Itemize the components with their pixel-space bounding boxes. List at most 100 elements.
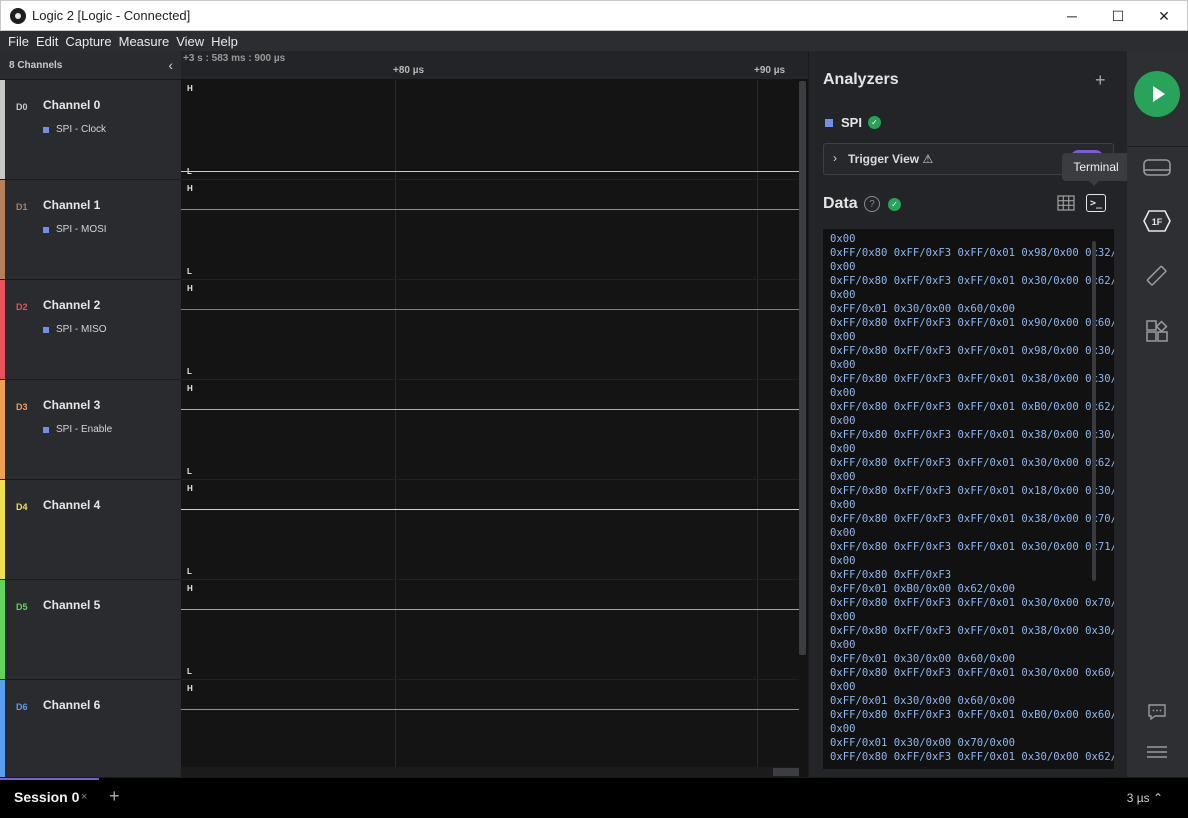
check-circle-icon: ✓ — [867, 116, 881, 129]
menu-help[interactable]: Help — [203, 34, 238, 49]
channel-row[interactable]: D2 Channel 2 SPI - MISO — [0, 280, 181, 380]
waveform-vertical-scrollbar[interactable] — [799, 81, 806, 655]
level-low-marker: L — [187, 467, 192, 476]
channel-digital-label: D2 — [16, 302, 28, 312]
level-low-marker: L — [187, 267, 192, 276]
channel-name[interactable]: Channel 6 — [43, 698, 100, 712]
channel-color-stripe — [0, 80, 5, 179]
channel-list-panel: 8 Channels ‹ D0 Channel 0 SPI - Clock D1 Cha… — [0, 51, 181, 780]
timeline-tick: +80 µs — [393, 65, 425, 76]
close-tab-icon[interactable]: × — [81, 791, 87, 803]
chat-feedback-icon[interactable] — [1147, 703, 1167, 721]
menu-capture[interactable]: Capture — [57, 34, 111, 49]
waveform-row[interactable]: HL — [181, 80, 799, 180]
channel-analyzer-label: SPI - MOSI — [56, 224, 107, 235]
waveform-row[interactable]: HL — [181, 380, 799, 480]
waveform-row[interactable]: HL — [181, 280, 799, 380]
channel-color-stripe — [0, 480, 5, 579]
table-view-icon[interactable] — [1057, 195, 1075, 211]
channel-row[interactable]: D4 Channel 4 — [0, 480, 181, 580]
channel-name[interactable]: Channel 3 — [43, 398, 100, 412]
analyzer-color-swatch — [825, 118, 833, 127]
session-tab-bar: Session 0 × + 3 µs ⌃ — [0, 777, 1188, 818]
level-high-marker: H — [187, 384, 193, 393]
channel-row[interactable]: D6 Channel 6 — [0, 680, 181, 780]
measure-ruler-icon[interactable] — [1145, 264, 1169, 288]
close-button[interactable]: ✕ — [1141, 1, 1187, 31]
channel-digital-label: D5 — [16, 602, 28, 612]
channel-row[interactable]: D1 Channel 1 SPI - MOSI — [0, 180, 181, 280]
level-high-marker: H — [187, 184, 193, 193]
level-low-marker: L — [187, 667, 192, 676]
terminal-tooltip: Terminal — [1062, 153, 1130, 186]
timeline-origin: +3 s : 583 ms : 900 µs — [183, 53, 286, 64]
channel-analyzer-label: SPI - Enable — [56, 424, 113, 435]
menu-measure[interactable]: Measure — [111, 34, 170, 49]
time-zoom-indicator[interactable]: 3 µs ⌃ — [1127, 791, 1163, 805]
add-analyzer-button[interactable]: + — [1095, 70, 1106, 91]
channel-name[interactable]: Channel 4 — [43, 498, 100, 512]
terminal-scrollbar[interactable] — [1092, 241, 1096, 581]
waveform-row[interactable]: HL — [181, 180, 799, 280]
channel-row[interactable]: D5 Channel 5 — [0, 580, 181, 680]
horizontal-scroll-thumb[interactable] — [773, 768, 799, 776]
start-capture-button[interactable] — [1134, 71, 1180, 117]
waveform-row[interactable]: HL — [181, 480, 799, 580]
channel-name[interactable]: Channel 2 — [43, 298, 100, 312]
tab-session-0[interactable]: Session 0 — [14, 789, 79, 805]
signal-trace — [181, 509, 799, 510]
waveform-row[interactable]: HL — [181, 580, 799, 680]
channel-row[interactable]: D0 Channel 0 SPI - Clock — [0, 80, 181, 180]
channel-digital-label: D3 — [16, 402, 28, 412]
level-low-marker: L — [187, 367, 192, 376]
chevron-right-icon[interactable]: › — [833, 151, 837, 165]
level-low-marker: L — [187, 567, 192, 576]
menu-file[interactable]: File — [0, 34, 29, 49]
channel-name[interactable]: Channel 0 — [43, 98, 100, 112]
channel-analyzer-tag: SPI - MOSI — [43, 224, 107, 235]
check-circle-icon: ✓ — [888, 198, 901, 211]
channel-analyzer-tag: SPI - Clock — [43, 124, 106, 135]
channel-name[interactable]: Channel 1 — [43, 198, 100, 212]
extensions-icon[interactable] — [1145, 319, 1169, 343]
window-title: Logic 2 [Logic - Connected] — [32, 8, 191, 23]
channel-analyzer-tag: SPI - MISO — [43, 324, 107, 335]
menu-bar: File Edit Capture Measure View Help — [0, 31, 1188, 51]
spi-analyzer-label: SPI — [841, 115, 862, 130]
collapse-panel-icon[interactable]: ‹ — [168, 57, 173, 73]
trigger-view-label: Trigger View ⚠ — [848, 152, 934, 166]
menu-edit[interactable]: Edit — [28, 34, 58, 49]
timeline-ruler[interactable]: +3 s : 583 ms : 900 µs +80 µs +90 µs — [181, 51, 808, 80]
analyzers-panel: Analyzers + SPI ✓ › Trigger View ⚠ Data … — [808, 51, 1130, 777]
waveform-horizontal-scrollbar[interactable] — [181, 767, 799, 777]
channel-digital-label: D0 — [16, 102, 28, 112]
add-session-button[interactable]: + — [109, 786, 120, 807]
channels-header: 8 Channels ‹ — [0, 51, 181, 80]
channel-analyzer-tag: SPI - Enable — [43, 424, 112, 435]
channel-color-stripe — [0, 380, 5, 479]
sidebar-badge: 1F — [1152, 217, 1163, 227]
channel-color-stripe — [0, 180, 5, 279]
waveform-area[interactable]: +3 s : 583 ms : 900 µs +80 µs +90 µs HLH… — [181, 51, 808, 780]
channel-name[interactable]: Channel 5 — [43, 598, 100, 612]
channel-row[interactable]: D3 Channel 3 SPI - Enable — [0, 380, 181, 480]
maximize-button[interactable]: ☐ — [1095, 1, 1141, 31]
signal-trace — [181, 409, 799, 410]
device-icon[interactable] — [1142, 157, 1172, 179]
menu-view[interactable]: View — [168, 34, 204, 49]
data-title: Data — [823, 195, 858, 212]
logic-app-icon — [10, 7, 26, 24]
level-high-marker: H — [187, 84, 193, 93]
hamburger-menu-icon[interactable] — [1146, 744, 1168, 760]
terminal-output[interactable]: 0x00 0xFF/0x80 0xFF/0xF3 0xFF/0x01 0x98/… — [823, 229, 1114, 769]
active-tab-indicator — [0, 778, 99, 780]
level-high-marker: H — [187, 484, 193, 493]
analyzers-hex-icon[interactable]: 1F — [1143, 210, 1171, 232]
waveform-row[interactable]: H — [181, 680, 799, 780]
play-icon — [1152, 86, 1165, 102]
spi-analyzer-item[interactable]: SPI ✓ — [825, 115, 881, 130]
help-icon[interactable]: ? — [864, 196, 880, 212]
minimize-button[interactable]: ─ — [1049, 1, 1095, 31]
terminal-view-icon[interactable]: >_ — [1086, 194, 1106, 212]
level-high-marker: H — [187, 584, 193, 593]
